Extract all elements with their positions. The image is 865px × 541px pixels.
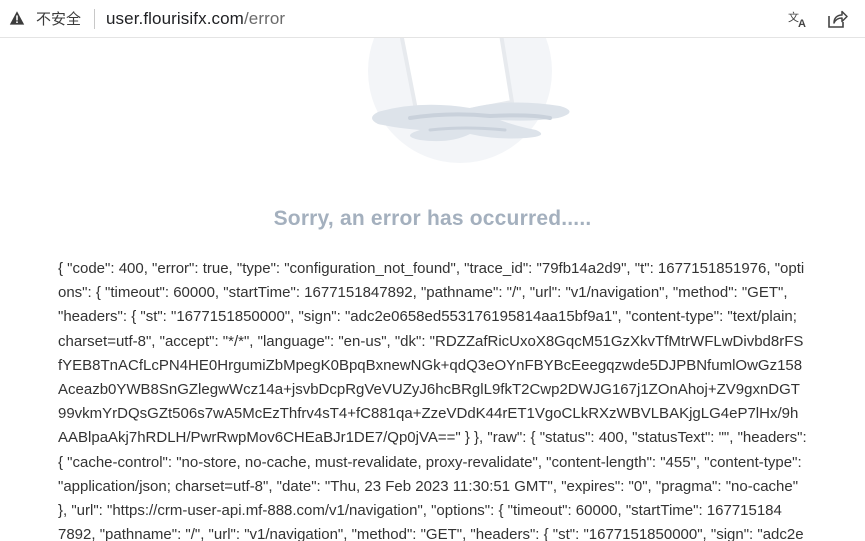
json-dump-line: ons": { "timeout": 60000, "startTime": 1… (58, 284, 788, 302)
warning-triangle-icon[interactable] (9, 10, 25, 26)
svg-text:A: A (798, 18, 806, 29)
json-dump-line: }, "url": "https://crm-user-api.mf-888.c… (58, 502, 782, 520)
translate-icon[interactable]: 文 A (787, 9, 809, 29)
address-bar: 不安全 user.flourisifx.com/error 文 A (0, 0, 865, 38)
error-json-dump: { "code": 400, "error": true, "type": "c… (58, 257, 865, 541)
json-dump-line: "headers": { "st": "1677151850000", "sig… (58, 308, 797, 326)
json-dump-line: 7892, "pathname": "/", "url": "v1/naviga… (58, 526, 804, 541)
json-dump-line: charset=utf-8", "accept": "*/*", "langua… (58, 332, 804, 350)
json-dump-line: { "code": 400, "error": true, "type": "c… (58, 260, 805, 277)
url-path: /error (243, 9, 286, 28)
json-dump-line: AABlpaAkj7hRDLH/PwrRwpMov6CHEaBJr1DE7/Qp… (58, 429, 807, 447)
json-dump-line: 99vkmYrDQsGZt506s7wA5McEzThfrv4sT4+fC881… (58, 405, 799, 423)
error-illustration (368, 38, 570, 163)
json-dump-line: "application/json; charset=utf-8", "date… (58, 477, 799, 495)
json-dump-line: { "cache-control": "no-store, no-cache, … (58, 453, 802, 471)
json-dump-line: Aceazb0YWB8SnGZlegwWcz14a+jsvbDcpRgVeVUZ… (58, 381, 800, 399)
share-icon[interactable] (826, 9, 848, 29)
json-dump-line: fYEB8TnACfLcPN4HE0HrgumiZbMpegK0BpqBxnew… (58, 356, 803, 374)
url-field[interactable]: user.flourisifx.com/error (106, 8, 285, 30)
url-host: user.flourisifx.com (106, 9, 244, 28)
error-title: Sorry, an error has occurred..... (273, 207, 592, 230)
address-bar-divider (94, 9, 95, 29)
security-status-label[interactable]: 不安全 (36, 9, 81, 29)
